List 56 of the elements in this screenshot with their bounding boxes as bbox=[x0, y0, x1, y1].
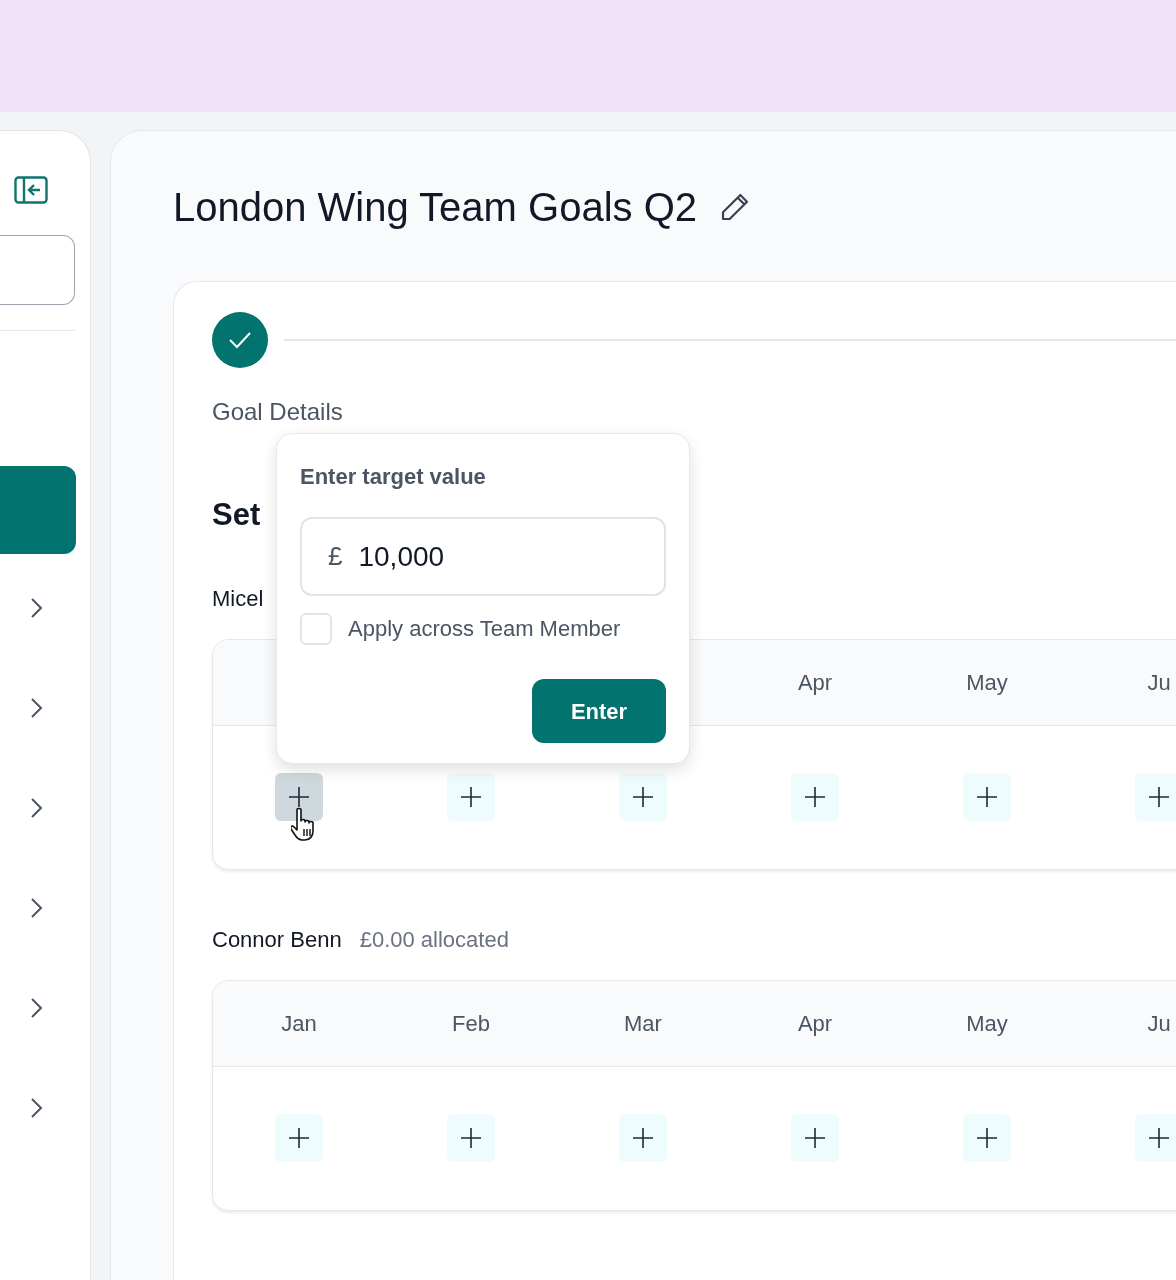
plus-icon bbox=[459, 785, 483, 809]
add-button[interactable] bbox=[791, 773, 839, 821]
member-name: Connor Benn bbox=[212, 926, 342, 954]
chevron-right-icon bbox=[28, 696, 44, 720]
add-button[interactable] bbox=[275, 1114, 323, 1162]
plus-icon bbox=[631, 785, 655, 809]
chevron-right-icon bbox=[28, 1096, 44, 1120]
month-header: Ju bbox=[1147, 1009, 1171, 1038]
chevron-right-icon bbox=[28, 796, 44, 820]
add-button[interactable] bbox=[275, 773, 323, 821]
chevron-right-icon bbox=[28, 896, 44, 920]
month-header: Ju bbox=[1147, 668, 1171, 697]
plus-icon bbox=[975, 1126, 999, 1150]
plus-icon bbox=[287, 785, 311, 809]
add-button[interactable] bbox=[619, 773, 667, 821]
checkbox[interactable] bbox=[300, 612, 332, 645]
check-icon bbox=[227, 330, 253, 350]
plus-icon bbox=[287, 1126, 311, 1150]
collapse-sidebar-icon[interactable] bbox=[14, 176, 48, 204]
month-header: Apr bbox=[797, 1009, 833, 1038]
popover-title: Enter target value bbox=[300, 463, 487, 491]
add-button[interactable] bbox=[963, 1114, 1011, 1162]
month-header: May bbox=[966, 1009, 1008, 1038]
add-button[interactable] bbox=[1135, 1114, 1176, 1162]
plus-icon bbox=[803, 1126, 827, 1150]
plus-icon bbox=[975, 785, 999, 809]
checkbox-label: Apply across Team Member bbox=[348, 615, 621, 643]
pencil-icon[interactable] bbox=[719, 191, 751, 223]
plus-icon bbox=[631, 1126, 655, 1150]
section-title: Set bbox=[212, 496, 262, 534]
add-button[interactable] bbox=[447, 773, 495, 821]
target-value-input[interactable]: 10,000 bbox=[358, 535, 559, 578]
enter-button[interactable]: Enter bbox=[532, 679, 666, 743]
plus-icon bbox=[1147, 785, 1171, 809]
currency-symbol: £ bbox=[328, 540, 343, 573]
month-header: May bbox=[966, 668, 1008, 697]
chevron-right-icon bbox=[28, 596, 44, 620]
month-header: Feb bbox=[452, 1009, 490, 1038]
step-label: Goal Details bbox=[212, 397, 344, 427]
allocated-amount: £0.00 allocated bbox=[359, 926, 509, 954]
page-title: London Wing Team Goals Q2 bbox=[173, 184, 697, 231]
chevron-right-icon bbox=[28, 996, 44, 1020]
month-header: Mar bbox=[624, 1009, 662, 1038]
month-header: Apr bbox=[797, 668, 833, 697]
sidebar-field[interactable] bbox=[0, 235, 75, 305]
target-value-field[interactable]: £ 10,000 bbox=[300, 517, 666, 596]
plus-icon bbox=[1147, 1126, 1171, 1150]
member-name: Micel bbox=[212, 585, 264, 613]
add-button[interactable] bbox=[447, 1114, 495, 1162]
add-button[interactable] bbox=[963, 773, 1011, 821]
plus-icon bbox=[459, 1126, 483, 1150]
add-button[interactable] bbox=[791, 1114, 839, 1162]
month-header: Jan bbox=[281, 1009, 317, 1038]
add-button[interactable] bbox=[1135, 773, 1176, 821]
add-button[interactable] bbox=[619, 1114, 667, 1162]
plus-icon bbox=[803, 785, 827, 809]
